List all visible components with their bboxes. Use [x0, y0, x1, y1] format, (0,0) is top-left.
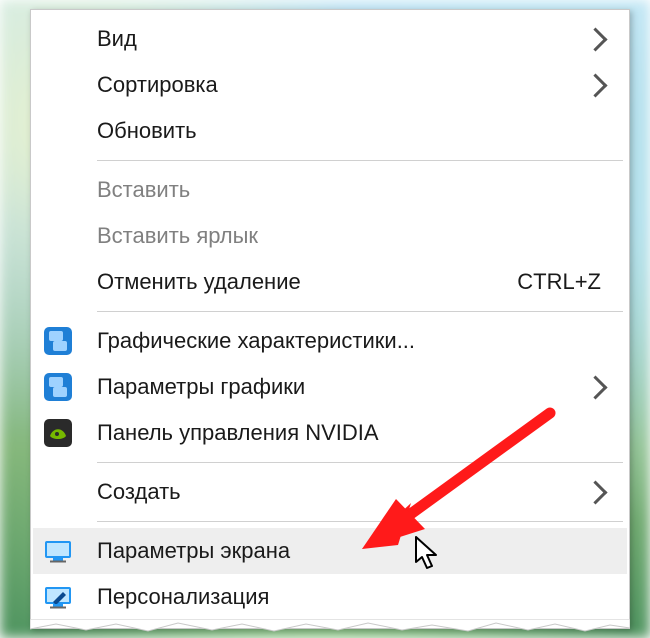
intel-graphics-icon: [43, 372, 73, 402]
menu-item-label: Панель управления NVIDIA: [97, 421, 379, 445]
menu-item-label: Графические характеристики...: [97, 329, 415, 353]
intel-graphics-icon: [43, 326, 73, 356]
icon-slot: [43, 582, 97, 612]
personalization-icon: [43, 582, 73, 612]
menu-item-paste-shortcut: Вставить ярлык: [33, 213, 627, 259]
menu-item-label: Вставить: [97, 178, 190, 202]
menu-item-undo-delete[interactable]: Отменить удаление CTRL+Z: [33, 259, 627, 305]
menu-item-nvidia-control-panel[interactable]: Панель управления NVIDIA: [33, 410, 627, 456]
menu-item-intel-graphics-properties[interactable]: Графические характеристики...: [33, 318, 627, 364]
menu-item-sort[interactable]: Сортировка: [33, 62, 627, 108]
icon-slot: [43, 326, 97, 356]
menu-separator: [97, 160, 623, 161]
menu-item-view[interactable]: Вид: [33, 16, 627, 62]
menu-item-label: Параметры графики: [97, 375, 305, 399]
menu-item-display-settings[interactable]: Параметры экрана: [33, 528, 627, 574]
icon-slot: [43, 372, 97, 402]
menu-item-paste: Вставить: [33, 167, 627, 213]
menu-separator: [97, 311, 623, 312]
torn-edge: [30, 619, 630, 633]
menu-item-new[interactable]: Создать: [33, 469, 627, 515]
menu-item-label: Параметры экрана: [97, 539, 290, 563]
chevron-right-icon: [583, 480, 607, 504]
menu-item-personalization[interactable]: Персонализация: [33, 574, 627, 620]
menu-separator: [97, 521, 623, 522]
menu-item-intel-graphics-options[interactable]: Параметры графики: [33, 364, 627, 410]
menu-item-label: Вставить ярлык: [97, 224, 258, 248]
desktop-context-menu: Вид Сортировка Обновить Вставить Вставит…: [30, 9, 630, 629]
chevron-right-icon: [583, 27, 607, 51]
menu-item-label: Сортировка: [97, 73, 218, 97]
nvidia-icon: [43, 418, 73, 448]
icon-slot: [43, 536, 97, 566]
menu-item-shortcut: CTRL+Z: [517, 270, 601, 294]
menu-item-label: Персонализация: [97, 585, 269, 609]
icon-slot: [43, 418, 97, 448]
menu-item-refresh[interactable]: Обновить: [33, 108, 627, 154]
chevron-right-icon: [583, 73, 607, 97]
menu-item-label: Отменить удаление: [97, 270, 301, 294]
chevron-right-icon: [583, 375, 607, 399]
menu-item-label: Обновить: [97, 119, 197, 143]
display-icon: [43, 536, 73, 566]
menu-separator: [97, 462, 623, 463]
menu-item-label: Создать: [97, 480, 181, 504]
menu-item-label: Вид: [97, 27, 137, 51]
